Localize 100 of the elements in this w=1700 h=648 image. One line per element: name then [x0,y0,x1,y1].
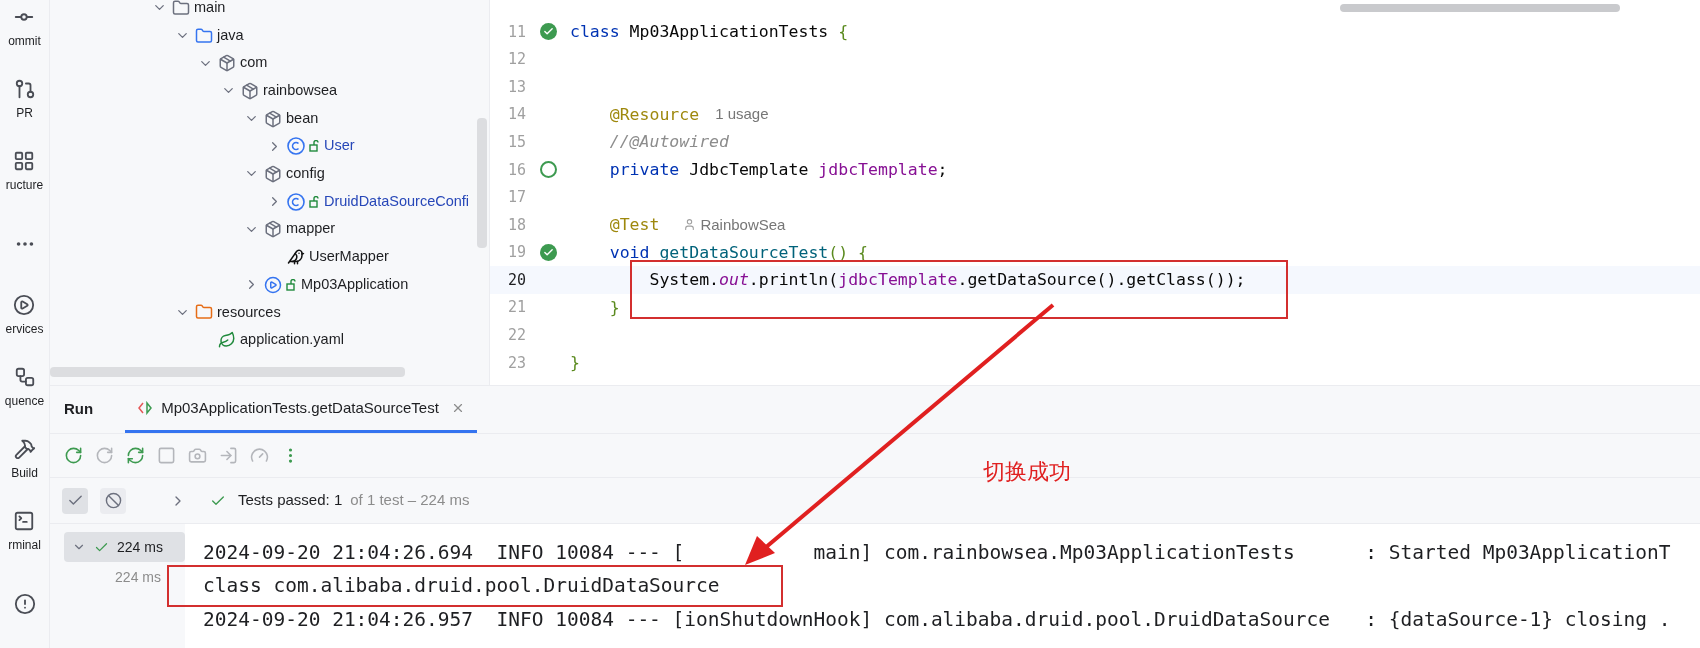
run-tab[interactable]: Mp03ApplicationTests.getDataSourceTest [125,386,477,433]
tree-item[interactable]: com [240,52,268,75]
tree-item[interactable]: mapper [286,218,336,241]
code-token: .getDataSource().getClass()); [957,271,1246,290]
console-line: 2024-09-20 21:04:26.957 INFO 10084 --- [ionShutdownHook] com.alibaba.druid.pool.DruidDataSource : {dataSource-1} closing . [203,609,1671,631]
class-icon [287,137,305,156]
sequence-icon[interactable] [13,366,36,388]
line-number: 18 [506,214,527,236]
annotation-label: 切换成功 [983,458,1071,486]
line-number: 15 [506,131,527,153]
tool-label[interactable]: quence [4,392,45,410]
line-number: 17 [506,187,527,209]
test-row[interactable]: 224 ms [64,532,185,562]
line-number: 14 [506,104,527,126]
structure-icon[interactable] [13,150,36,172]
ignored-filter-button[interactable] [100,487,126,514]
package-icon [264,109,282,128]
line-number: 11 [506,21,527,43]
folder-icon [172,0,190,17]
tree-item[interactable]: UserMapper [309,246,389,268]
line-number: 19 [506,242,527,264]
leaf-icon [218,331,236,350]
lock-icon [286,278,297,291]
tool-label[interactable]: PR [16,104,33,122]
folder-icon [195,26,213,45]
code-token: //@Autowired [608,133,729,152]
code-token: { [838,22,849,41]
code-token: jdbcTemplate [818,160,938,179]
services-icon[interactable] [13,294,36,316]
tree-item[interactable]: User [324,135,355,158]
code-token: @Resource [608,105,700,124]
code-token: private [608,160,681,179]
line-number: 20 [506,269,527,291]
tree-item[interactable]: Mp03Application [301,273,409,296]
line-number: 22 [506,325,527,347]
panel-title: Run [64,399,94,420]
test-run-icon [137,401,154,415]
code-token: out [719,271,749,290]
usage-hint[interactable]: 1 usage [715,103,769,126]
package-icon [218,54,236,73]
tests-status: Tests passed: 1 [238,490,343,511]
package-icon [264,164,282,183]
bean-icon[interactable] [539,161,557,179]
terminal-icon[interactable] [13,510,36,532]
tool-label[interactable]: ervices [5,320,44,338]
package-icon [241,81,259,100]
tree-item[interactable]: bean [286,107,319,130]
code-token: .println( [748,271,839,290]
code-token: System. [648,271,719,290]
app-icon [264,275,282,294]
problems-icon[interactable] [13,593,36,615]
tree-item[interactable]: resources [217,301,281,324]
lock-icon [309,140,320,153]
class-icon [287,192,305,211]
lock-icon [309,195,320,208]
author-hint[interactable]: RainbowSea [700,213,786,237]
tree-item[interactable]: application.yaml [240,329,344,351]
tree-item[interactable]: DruidDataSourceConfi [324,190,470,213]
tree-item[interactable]: main [194,0,226,19]
test-duration: 224 ms [117,537,163,557]
code-token: class [570,22,621,41]
code-token: jdbcTemplate [838,271,958,290]
ban-icon [104,492,122,509]
tool-label[interactable]: rminal [8,536,41,554]
line-number: 23 [506,352,527,374]
code-token: } [570,353,580,372]
run-test-icon[interactable] [539,23,557,41]
code-token: JdbcTemplate [689,160,810,179]
code-token: } [608,298,620,317]
console-line: 2024-09-20 21:04:26.694 INFO 10084 --- [ main] com.rainbowsea.Mp03ApplicationTests : Started Mp03ApplicationT [203,541,1671,564]
passed-filter-button[interactable] [62,487,88,514]
pr-icon[interactable] [13,78,36,100]
scrollbar[interactable] [1340,4,1620,12]
scrollbar[interactable] [50,367,405,377]
tree-item[interactable]: java [217,24,244,47]
line-number: 21 [506,297,527,319]
package-icon [264,220,282,239]
person-icon [683,218,697,232]
tool-label[interactable]: Build [11,464,38,482]
scrollbar[interactable] [477,118,487,248]
bird-icon [287,248,305,267]
tool-label[interactable]: ructure [5,176,44,194]
toggle-rerun-icon[interactable] [126,446,145,465]
code-token: getDataSourceTest [659,243,829,262]
folder-icon [195,303,213,322]
code-token: ; [937,160,948,179]
tests-detail: of 1 test – 224 ms [350,490,470,511]
line-number: 12 [506,49,527,71]
rerun-icon[interactable] [64,446,83,465]
line-number: 13 [506,76,527,98]
code-token: Mp03ApplicationTests [629,22,830,41]
build-icon[interactable] [13,438,36,460]
code-token: void [608,243,651,262]
tree-item[interactable]: config [286,163,325,185]
tool-label[interactable]: ommit [8,32,41,50]
code-token: @Test [608,215,660,234]
console-line: class com.alibaba.druid.pool.DruidDataSource [203,575,720,598]
run-test-icon[interactable] [539,244,557,262]
tree-item[interactable]: rainbowsea [263,80,338,102]
line-number: 16 [506,159,527,181]
